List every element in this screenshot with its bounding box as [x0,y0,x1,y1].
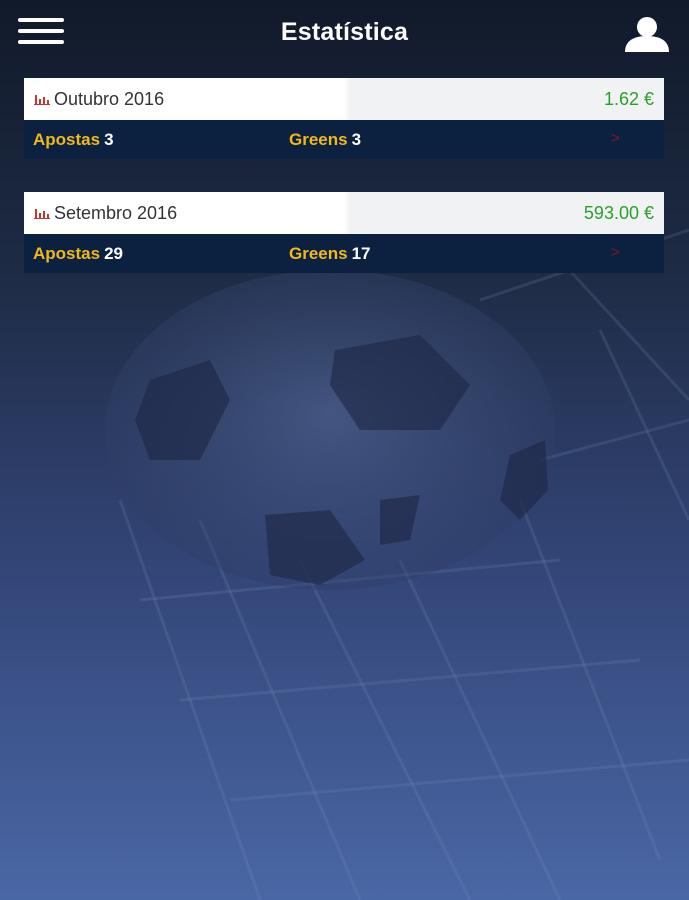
month-label: Outubro 2016 [54,88,165,109]
app-header: Estatística [0,0,689,64]
bar-chart-icon [34,209,50,219]
greens-value: 3 [351,129,362,149]
month-label: Setembro 2016 [54,202,178,223]
stats-card-details: Apostas 29 Greens 17 > [24,234,664,273]
apostas-label: Apostas [33,129,101,149]
amount-value: 593.00 € [583,202,654,223]
chevron-right-icon[interactable]: > [611,130,620,148]
apostas-value: 29 [104,243,123,263]
stats-card-header: Setembro 2016 593.00 € [24,192,664,234]
stats-card-header: Outubro 2016 1.62 € [24,78,664,120]
page-title: Estatística [280,17,409,46]
stats-card-details: Apostas 3 Greens 3 > [24,120,664,159]
greens-stat: Greens 3 [289,130,361,150]
apostas-stat: Apostas 29 [33,244,123,264]
greens-stat: Greens 17 [289,244,371,264]
profile-button[interactable] [623,16,671,52]
bar-chart-icon [34,95,50,105]
stats-card-outubro[interactable]: Outubro 2016 1.62 € Apostas 3 Greens 3 > [24,78,664,159]
greens-label: Greens [289,243,348,263]
user-icon [625,17,669,52]
amount-value: 1.62 € [603,88,654,109]
chevron-right-icon[interactable]: > [611,244,620,262]
apostas-value: 3 [104,129,114,149]
hamburger-menu-icon [18,18,64,22]
greens-label: Greens [289,129,348,149]
greens-value: 17 [351,243,371,263]
apostas-label: Apostas [33,243,101,263]
stats-card-setembro[interactable]: Setembro 2016 593.00 € Apostas 29 Greens… [24,192,664,273]
menu-button[interactable] [18,18,64,50]
apostas-stat: Apostas 3 [33,130,114,150]
